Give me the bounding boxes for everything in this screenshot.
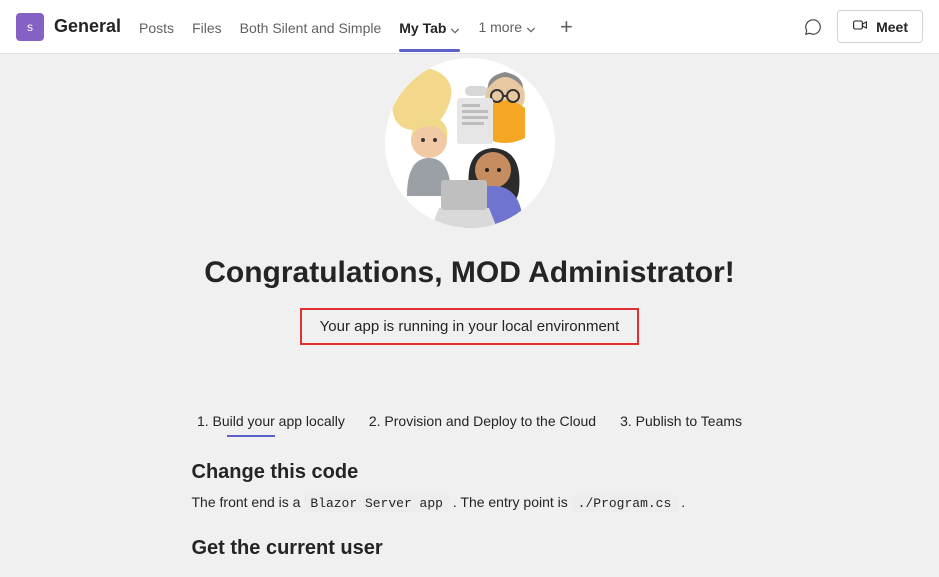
steps-nav: 1. Build your app locally 2. Provision a… — [197, 413, 742, 429]
hero-illustration — [385, 58, 555, 228]
tab-my-tab[interactable]: My Tab — [399, 4, 460, 50]
tab-both-silent-and-simple[interactable]: Both Silent and Simple — [240, 4, 382, 50]
tab-posts[interactable]: Posts — [139, 4, 174, 50]
text-fragment: . The entry point is — [453, 494, 572, 510]
add-tab-button[interactable]: + — [560, 16, 573, 38]
tab-content: Congratulations, MOD Administrator! Your… — [0, 54, 939, 577]
meet-button-label: Meet — [876, 19, 908, 35]
step-provision-deploy[interactable]: 2. Provision and Deploy to the Cloud — [369, 413, 596, 429]
tab-my-tab-label: My Tab — [399, 20, 446, 36]
tab-files[interactable]: Files — [192, 4, 222, 50]
code-chip-entry-point: ./Program.cs — [572, 495, 678, 512]
chat-icon[interactable] — [803, 17, 823, 37]
code-chip-app-type: Blazor Server app — [304, 495, 449, 512]
top-bar: s General Posts Files Both Silent and Si… — [0, 0, 939, 54]
chevron-down-icon — [526, 22, 536, 32]
step-build-locally[interactable]: 1. Build your app locally — [197, 413, 345, 429]
congrats-heading: Congratulations, MOD Administrator! — [204, 256, 735, 290]
section-current-user: Get the current user — [192, 537, 748, 570]
topbar-actions: Meet — [803, 10, 923, 43]
video-icon — [852, 17, 868, 36]
more-tabs-label: 1 more — [478, 19, 522, 35]
channel-name[interactable]: General — [54, 16, 121, 37]
meet-button[interactable]: Meet — [837, 10, 923, 43]
section-text: The front end is a Blazor Server app . T… — [192, 494, 748, 511]
text-fragment: . — [681, 494, 685, 510]
text-fragment: The front end is a — [192, 494, 305, 510]
team-avatar[interactable]: s — [16, 13, 44, 41]
chevron-down-icon — [450, 23, 460, 33]
section-change-code: Change this code The front end is a Blaz… — [192, 461, 748, 511]
environment-banner: Your app is running in your local enviro… — [300, 308, 640, 345]
tab-strip: Posts Files Both Silent and Simple My Ta… — [139, 4, 573, 50]
section-heading: Change this code — [192, 461, 748, 484]
section-heading: Get the current user — [192, 537, 748, 560]
step-publish-teams[interactable]: 3. Publish to Teams — [620, 413, 742, 429]
more-tabs-dropdown[interactable]: 1 more — [478, 19, 536, 35]
